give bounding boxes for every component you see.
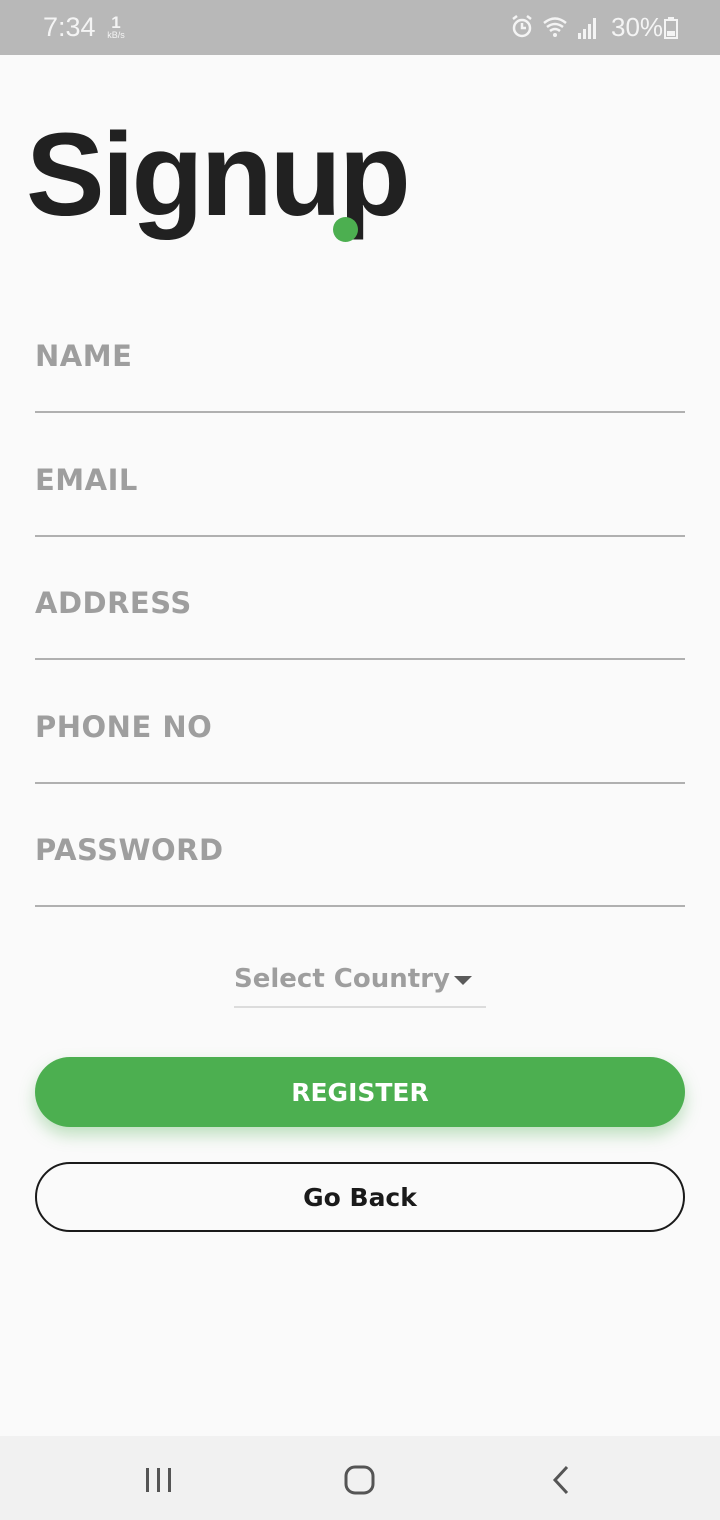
wifi-icon	[543, 17, 567, 37]
back-icon[interactable]	[541, 1464, 581, 1496]
signal-icon	[578, 18, 596, 39]
network-speed-value: 1	[111, 13, 121, 32]
name-field-container	[35, 289, 685, 413]
status-bar: 7:34 1 kB/s 30%	[0, 0, 720, 55]
password-input[interactable]	[35, 795, 685, 905]
address-field-container	[35, 536, 685, 660]
home-icon[interactable]	[339, 1464, 379, 1496]
email-input[interactable]	[35, 425, 685, 535]
address-input[interactable]	[35, 548, 685, 658]
country-dropdown-label: Select Country	[234, 964, 450, 994]
network-speed-unit: kB/s	[107, 30, 125, 40]
name-input[interactable]	[35, 301, 685, 411]
navigation-bar	[0, 1436, 720, 1520]
battery-icon	[664, 17, 678, 44]
country-dropdown[interactable]: Select Country	[234, 960, 486, 1008]
title-accent-dot	[333, 217, 358, 242]
status-time: 7:34	[43, 12, 96, 42]
battery-level: 30%	[611, 12, 664, 42]
password-field-container	[35, 783, 685, 907]
network-speed: 1 kB/s	[103, 14, 129, 40]
phone-field-container	[35, 660, 685, 784]
status-icons	[510, 13, 600, 46]
register-button[interactable]: REGISTER	[35, 1057, 685, 1127]
email-field-container	[35, 413, 685, 537]
phone-input[interactable]	[35, 672, 685, 782]
go-back-button[interactable]: Go Back	[35, 1162, 685, 1232]
recents-icon[interactable]	[139, 1464, 179, 1496]
alarm-icon	[512, 15, 532, 38]
caret-down-icon	[454, 976, 472, 985]
